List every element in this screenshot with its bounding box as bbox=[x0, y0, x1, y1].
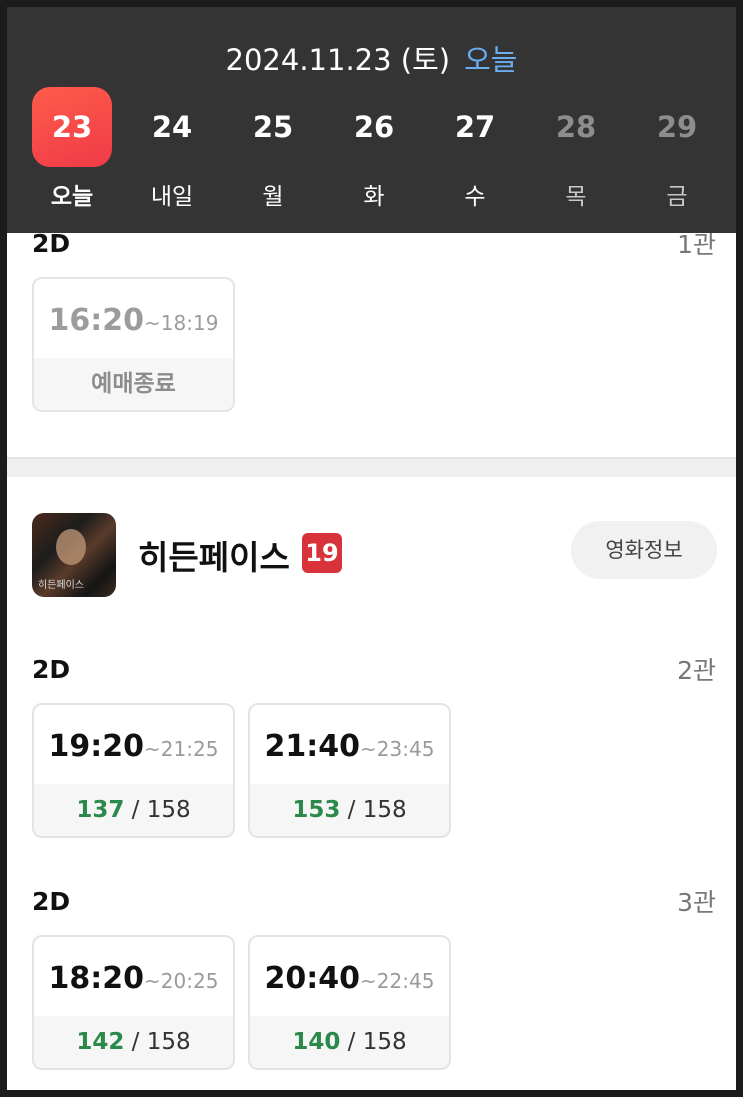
seat-availability: 137 / 158 bbox=[34, 784, 233, 836]
seat-separator: / bbox=[124, 1029, 147, 1055]
day-number: 29 bbox=[656, 110, 698, 144]
end-time: ~18:19 bbox=[144, 311, 219, 335]
day-item-23[interactable]: 23 오늘 bbox=[32, 87, 112, 217]
showtime-card[interactable]: 20:40~22:45 140 / 158 bbox=[248, 935, 451, 1070]
total-seats: 158 bbox=[362, 797, 407, 823]
showtime-card[interactable]: 21:40~23:45 153 / 158 bbox=[248, 703, 451, 838]
total-seats: 158 bbox=[146, 797, 191, 823]
available-seats: 153 bbox=[292, 797, 341, 823]
day-label: 내일 bbox=[150, 184, 194, 210]
start-time: 16:20 bbox=[48, 303, 145, 338]
available-seats: 137 bbox=[76, 797, 125, 823]
day-item-29[interactable]: 29 금 bbox=[637, 87, 717, 217]
day-number: 24 bbox=[151, 110, 193, 144]
day-item-27[interactable]: 27 수 bbox=[435, 87, 515, 217]
seat-separator: / bbox=[340, 1029, 363, 1055]
today-link[interactable]: 오늘 bbox=[464, 43, 517, 77]
day-number: 25 bbox=[252, 110, 294, 144]
poster-face-image bbox=[56, 529, 86, 565]
total-seats: 158 bbox=[362, 1029, 407, 1055]
movie-title[interactable]: 히든페이스 bbox=[138, 531, 290, 579]
day-label: 금 bbox=[666, 184, 688, 210]
day-number: 27 bbox=[454, 110, 496, 144]
day-label: 목 bbox=[565, 184, 587, 210]
selected-date: 2024.11.23 (토) 오늘 bbox=[7, 37, 736, 79]
poster-caption: 히든페이스 bbox=[38, 580, 84, 591]
day-item-24[interactable]: 24 내일 bbox=[132, 87, 212, 217]
hall-label: 2관 bbox=[677, 656, 716, 685]
format-label: 2D bbox=[32, 655, 71, 684]
seat-separator: / bbox=[340, 797, 363, 823]
day-label: 오늘 bbox=[50, 184, 94, 210]
date-header: 2024.11.23 (토) 오늘 23 오늘 24 내일 25 월 26 화 2… bbox=[7, 7, 736, 233]
showtime-times: 20:40~22:45 bbox=[250, 961, 449, 996]
day-number: 23 bbox=[32, 87, 112, 167]
day-label: 수 bbox=[464, 184, 486, 210]
format-label: 2D bbox=[32, 887, 71, 916]
seat-availability: 140 / 158 bbox=[250, 1016, 449, 1068]
showtime-card[interactable]: 19:20~21:25 137 / 158 bbox=[32, 703, 235, 838]
day-number: 26 bbox=[353, 110, 395, 144]
showtime-card[interactable]: 18:20~20:25 142 / 158 bbox=[32, 935, 235, 1070]
total-seats: 158 bbox=[146, 1029, 191, 1055]
screen: 2024.11.23 (토) 오늘 23 오늘 24 내일 25 월 26 화 2… bbox=[7, 7, 736, 1090]
day-item-26[interactable]: 26 화 bbox=[334, 87, 414, 217]
selected-date-text: 2024.11.23 (토) bbox=[225, 43, 451, 77]
end-time: ~23:45 bbox=[360, 737, 435, 761]
day-number: 28 bbox=[555, 110, 597, 144]
start-time: 18:20 bbox=[48, 961, 145, 996]
available-seats: 140 bbox=[292, 1029, 341, 1055]
seat-availability: 142 / 158 bbox=[34, 1016, 233, 1068]
day-selector: 23 오늘 24 내일 25 월 26 화 27 수 28 목 29 금 bbox=[7, 87, 736, 217]
format-label: 2D bbox=[32, 229, 71, 258]
booking-status: 예매종료 bbox=[34, 358, 233, 410]
seat-separator: / bbox=[124, 797, 147, 823]
day-label: 화 bbox=[363, 184, 385, 210]
hall-label: 3관 bbox=[677, 888, 716, 917]
end-time: ~22:45 bbox=[360, 969, 435, 993]
movie-info-button[interactable]: 영화정보 bbox=[571, 521, 717, 579]
day-item-25[interactable]: 25 월 bbox=[233, 87, 313, 217]
seat-availability: 153 / 158 bbox=[250, 784, 449, 836]
showtime-times: 18:20~20:25 bbox=[34, 961, 233, 996]
showtime-card-ended: 16:20~18:19 예매종료 bbox=[32, 277, 235, 412]
day-item-28[interactable]: 28 목 bbox=[536, 87, 616, 217]
section-divider bbox=[7, 457, 736, 477]
movie-poster[interactable]: 히든페이스 bbox=[32, 513, 116, 597]
showtime-times: 16:20~18:19 bbox=[34, 303, 233, 338]
end-time: ~21:25 bbox=[144, 737, 219, 761]
day-label: 월 bbox=[262, 184, 284, 210]
available-seats: 142 bbox=[76, 1029, 125, 1055]
start-time: 20:40 bbox=[264, 961, 361, 996]
end-time: ~20:25 bbox=[144, 969, 219, 993]
showtime-times: 19:20~21:25 bbox=[34, 729, 233, 764]
start-time: 21:40 bbox=[264, 729, 361, 764]
showtime-times: 21:40~23:45 bbox=[250, 729, 449, 764]
age-rating-badge: 19 bbox=[302, 533, 342, 573]
start-time: 19:20 bbox=[48, 729, 145, 764]
